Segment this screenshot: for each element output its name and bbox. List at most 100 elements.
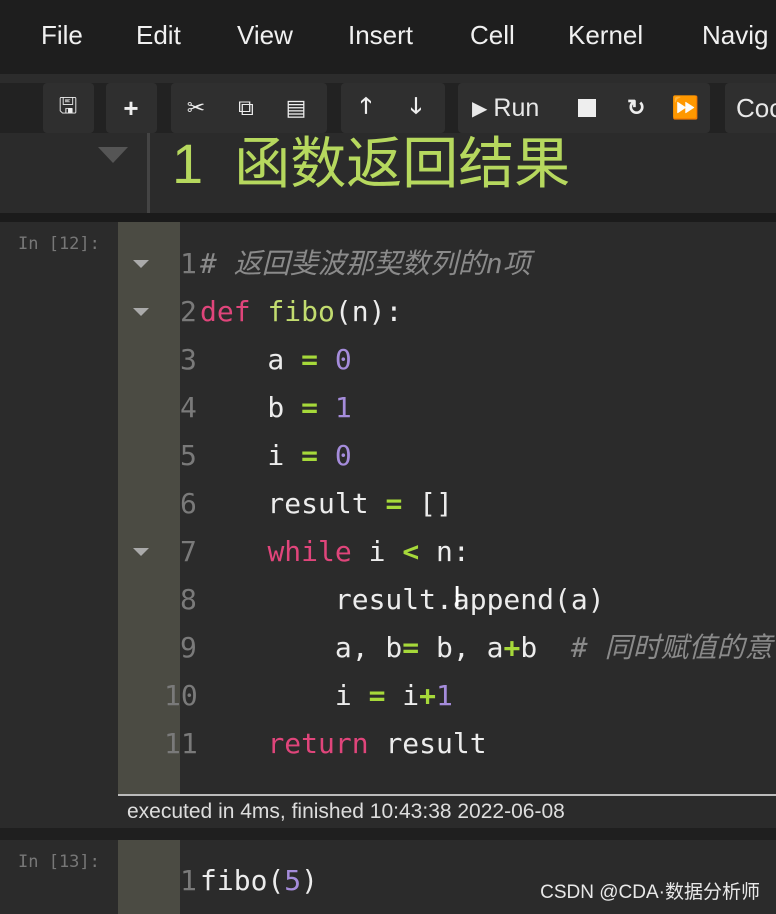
run-button[interactable]: ▶ Run [472,94,562,123]
copy-icon: ⧉ [238,95,254,120]
code-token: 0 [334,343,352,376]
code-cell[interactable]: In [12]: 1 # 返回斐波那契数列的n项 2 def fibo(n): 3 a … [0,222,776,828]
code-token: 1 [436,679,453,712]
copy-button[interactable]: ⧉ [221,83,271,133]
cell-type-select[interactable]: Coc [736,93,776,124]
fold-arrow-icon[interactable] [133,260,149,268]
code-token: = [301,439,319,472]
code-line[interactable]: 7 while i < n: [180,528,470,576]
move-up-button[interactable]: 🡑 [341,83,391,133]
play-icon: ▶ [472,97,488,120]
code-token: fibo [267,295,335,328]
code-token: 1 [334,391,352,424]
stop-icon [578,99,597,117]
paste-icon: ▤ [285,95,307,120]
code-line[interactable]: 4 b = 1 [180,384,352,432]
code-line[interactable]: 1 fibo(5) [180,857,318,905]
code-line[interactable]: 8 result.append(a) [180,576,605,624]
code-token: = [301,391,319,424]
code-token: i [200,679,369,712]
fold-arrow-icon[interactable] [133,308,149,316]
menu-file[interactable]: File [41,20,83,51]
code-token: i [200,439,302,472]
line-number: 2 [180,295,197,328]
execution-time: executed in 4ms, finished 10:43:38 2022-… [127,800,565,823]
code-token: a, b [200,631,403,664]
code-token: # 返回斐波那契数列的n项 [200,247,531,280]
collapse-icon[interactable] [98,147,128,163]
watermark: CSDN @CDA·数据分析师 [540,882,760,903]
cell-prompt: In [12]: [18,234,100,254]
code-token: b, a [419,631,504,664]
move-down-button[interactable]: 🡓 [391,83,441,133]
code-token: # 同时赋值的意 [570,631,773,664]
code-token: i [385,679,420,712]
code-line[interactable]: 1 # 返回斐波那契数列的n项 [180,240,531,288]
save-icon: 🖫 [58,93,78,118]
line-gutter [118,840,180,914]
fold-arrow-icon[interactable] [133,548,149,556]
code-line[interactable]: 5 i = 0 [180,432,352,480]
line-number: 1 [180,864,197,897]
menu-edit[interactable]: Edit [136,20,181,51]
code-token: n: [419,535,470,568]
restart-icon: ↻ [627,95,646,120]
markdown-cell[interactable]: 1 函数返回结果 [0,133,776,213]
divider [0,74,776,83]
code-token: return [267,727,369,760]
code-token: + [503,631,521,664]
line-number: 1 [180,247,197,280]
menu-navigate[interactable]: Navig [702,20,768,51]
menu-bar: File Edit View Insert Cell Kernel Navig [0,0,776,74]
menu-view[interactable]: View [237,20,293,51]
code-token: = [368,679,386,712]
code-editor[interactable]: 1 # 返回斐波那契数列的n项 2 def fibo(n): 3 a = 04 b = … [164,222,776,794]
plus-icon: + [123,92,139,123]
menu-insert[interactable]: Insert [348,20,413,51]
code-token: def [200,295,251,328]
output-divider [118,794,776,796]
code-line[interactable]: 2 def fibo(n): [180,288,402,336]
code-token: = [402,631,420,664]
cut-icon: ✂ [186,95,206,120]
arrow-down-icon: 🡓 [410,93,422,118]
restart-button[interactable]: ↻ [612,83,661,133]
code-token: (n): [334,295,403,328]
menu-kernel[interactable]: Kernel [568,20,643,51]
code-line[interactable]: 6 result = [] [180,480,453,528]
arrow-up-icon: 🡑 [360,93,372,118]
cut-button[interactable]: ✂ [171,83,221,133]
line-number: 6 [180,487,197,520]
insert-cell-button[interactable]: + [106,83,156,133]
run-all-button[interactable]: ⏩ [661,83,710,133]
menu-cell[interactable]: Cell [470,20,515,51]
line-number: 8 [180,583,197,616]
code-token: while [267,535,352,568]
section-heading: 1 函数返回结果 [172,132,571,195]
line-number: 4 [180,391,197,424]
interrupt-button[interactable] [562,83,611,133]
save-button[interactable]: 🖫 [43,83,93,133]
paste-button[interactable]: ▤ [271,83,321,133]
code-line[interactable]: 9 a, b= b, a+b # 同时赋值的意 [180,624,773,672]
code-token: 0 [334,439,352,472]
code-line[interactable]: 3 a = 0 [180,336,352,384]
code-token: = [301,343,319,376]
line-number: 7 [180,535,197,568]
code-token: 5 [284,864,302,897]
code-token: + [419,679,437,712]
code-line[interactable]: 10 i = i+1 [164,672,453,720]
text-cursor-icon: I [453,580,462,613]
line-number: 9 [180,631,197,664]
code-line[interactable]: 11 return result [164,720,487,768]
divider [0,213,776,222]
code-token: i [351,535,403,568]
code-token: [] [402,487,453,520]
code-token: b [520,631,571,664]
line-number: 10 [164,679,198,712]
cell-prompt: In [13]: [18,852,100,872]
